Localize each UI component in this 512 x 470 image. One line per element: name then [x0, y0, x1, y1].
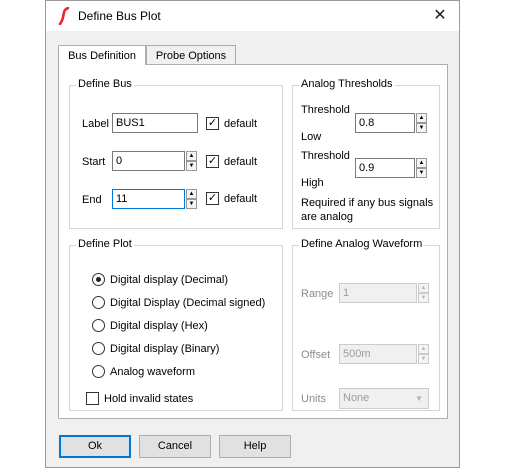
title-bar: Define Bus Plot ✕	[46, 1, 459, 31]
hold-invalid-checkbox[interactable]	[86, 392, 99, 405]
hold-invalid-label: Hold invalid states	[104, 393, 194, 405]
start-default-caption: default	[224, 156, 258, 168]
units-select[interactable]: None ▼	[339, 388, 429, 409]
radio-analog-waveform-label: Analog waveform	[110, 366, 195, 378]
tab-probe-options[interactable]: Probe Options	[146, 45, 236, 65]
define-plot-title: Define Plot	[76, 238, 134, 250]
app-logo-icon	[58, 7, 70, 25]
chevron-down-icon: ▼	[415, 394, 423, 403]
offset-caption: Offset	[301, 349, 331, 361]
low-threshold-spinner[interactable]: ▲ ▼	[416, 113, 427, 133]
analog-thresholds-title: Analog Thresholds	[299, 78, 395, 90]
end-default-checkbox[interactable]: ✓	[206, 192, 219, 205]
radio-binary[interactable]	[92, 342, 105, 355]
high-threshold-spinner[interactable]: ▲ ▼	[416, 158, 427, 178]
offset-input[interactable]: 500m	[339, 344, 417, 364]
define-plot-group: Define Plot Digital display (Decimal) Di…	[69, 238, 283, 411]
start-default-checkbox[interactable]: ✓	[206, 155, 219, 168]
label-default-checkbox[interactable]: ✓	[206, 117, 219, 130]
threshold-low-label: Threshold	[301, 104, 350, 116]
low-label: Low	[301, 131, 322, 143]
label-default-caption: default	[224, 118, 258, 130]
close-icon[interactable]: ✕	[429, 5, 451, 27]
range-caption: Range	[301, 288, 334, 300]
radio-hex[interactable]	[92, 319, 105, 332]
analog-waveform-title: Define Analog Waveform	[299, 238, 425, 250]
end-caption: End	[82, 194, 102, 206]
radio-decimal-signed-label: Digital Display (Decimal signed)	[110, 297, 266, 309]
units-caption: Units	[301, 393, 327, 405]
start-input[interactable]: 0	[112, 151, 185, 171]
define-bus-title: Define Bus	[76, 78, 134, 90]
help-button[interactable]: Help	[219, 435, 291, 458]
start-spinner[interactable]: ▲ ▼	[186, 151, 197, 171]
tab-bus-definition[interactable]: Bus Definition	[58, 45, 146, 65]
tab-panel: Define Bus Label BUS1 ✓ default Start 0 …	[58, 64, 448, 419]
radio-hex-label: Digital display (Hex)	[110, 320, 208, 332]
low-threshold-input[interactable]: 0.8	[355, 113, 415, 133]
range-spinner[interactable]: ▲ ▼	[418, 283, 429, 303]
units-value: None	[343, 392, 370, 404]
analog-thresholds-group: Analog Thresholds Threshold Low 0.8 ▲ ▼ T…	[292, 78, 440, 229]
cancel-button[interactable]: Cancel	[139, 435, 211, 458]
end-spinner[interactable]: ▲ ▼	[186, 189, 197, 209]
window-title: Define Bus Plot	[78, 9, 161, 23]
threshold-high-label: Threshold	[301, 150, 350, 162]
end-default-caption: default	[224, 193, 258, 205]
radio-decimal-signed[interactable]	[92, 296, 105, 309]
define-bus-group: Define Bus Label BUS1 ✓ default Start 0 …	[69, 78, 283, 229]
end-input[interactable]: 11	[112, 189, 185, 209]
threshold-note: Required if any bus signals are analog	[301, 197, 434, 223]
radio-decimal[interactable]	[92, 273, 105, 286]
high-label: High	[301, 177, 324, 189]
high-threshold-input[interactable]: 0.9	[355, 158, 415, 178]
label-input[interactable]: BUS1	[112, 113, 198, 133]
radio-analog-waveform[interactable]	[92, 365, 105, 378]
start-caption: Start	[82, 156, 106, 168]
radio-decimal-label: Digital display (Decimal)	[110, 274, 228, 286]
radio-binary-label: Digital display (Binary)	[110, 343, 220, 355]
offset-spinner[interactable]: ▲ ▼	[418, 344, 429, 364]
ok-button[interactable]: Ok	[59, 435, 131, 458]
analog-waveform-group: Define Analog Waveform Range 1 ▲ ▼ Offset…	[292, 238, 440, 411]
label-caption: Label	[82, 118, 109, 130]
range-input[interactable]: 1	[339, 283, 417, 303]
define-bus-plot-dialog: Define Bus Plot ✕ Bus Definition Probe O…	[45, 0, 460, 468]
